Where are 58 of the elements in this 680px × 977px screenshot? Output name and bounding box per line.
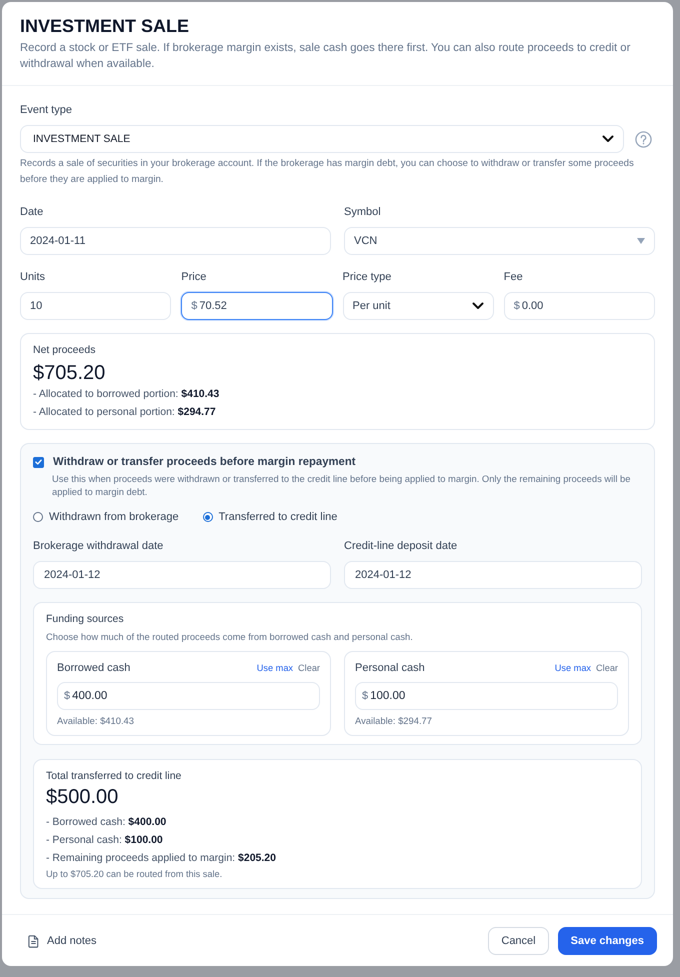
currency-field[interactable]: $ 70.52 <box>181 292 332 320</box>
field-label: Fee <box>504 270 524 284</box>
radio-label: Withdrawn from brokerage <box>49 510 179 525</box>
radio-label: Transferred to credit line <box>218 510 338 525</box>
save-button[interactable]: Save changes <box>558 927 657 955</box>
checkbox-label: Withdraw or transfer proceeds before margin repayment <box>53 455 356 470</box>
dialog-title: INVESTMENT SALE <box>20 15 190 38</box>
currency-field[interactable]: $ 400.00 <box>57 682 320 710</box>
clear-link[interactable]: Clear <box>298 663 320 673</box>
amount-value: $500.00 <box>46 785 120 809</box>
amount-value: $705.20 <box>33 361 106 385</box>
use-max-link[interactable]: Use max <box>256 663 294 673</box>
available-amount: Available: $294.77 <box>355 714 433 727</box>
input-field[interactable]: 10 <box>20 292 172 320</box>
breakdown-line: - Remaining proceeds applied to margin: $205.20 <box>46 851 277 866</box>
radio-button[interactable] <box>202 512 213 522</box>
currency-field[interactable]: $ 0.00 <box>504 292 655 320</box>
field-label: Date <box>20 205 44 219</box>
card-label: Total transferred to credit line <box>46 769 182 783</box>
event-type-description: Records a sale of securities in your brokerage account. If the brokerage has margin debt, you can choose to withdraw or transfer some proceeds before they are applied to margin. <box>20 157 635 187</box>
field-label: Price <box>181 270 208 284</box>
routing-note: Up to $705.20 can be routed from this sale. <box>46 868 224 881</box>
clear-link[interactable]: Clear <box>596 663 618 673</box>
card-hint: Choose how much of the routed proceeds come from borrowed cash and personal cash. <box>46 630 414 643</box>
field-label: Units <box>20 270 46 284</box>
date-field[interactable]: 2024-01-12 <box>344 561 642 589</box>
chevron-down-icon <box>602 135 614 143</box>
checkbox[interactable] <box>33 456 44 468</box>
input-field[interactable]: 2024-01-11 <box>20 227 331 255</box>
triangle-down-icon <box>637 238 645 244</box>
source-label: Borrowed cash <box>57 662 130 674</box>
document-icon <box>28 934 39 948</box>
card-title: Funding sources <box>46 612 125 626</box>
cancel-button[interactable]: Cancel <box>488 927 549 955</box>
dropdown-field[interactable]: Per unit <box>342 292 494 320</box>
field-label: Symbol <box>344 205 382 219</box>
checkbox-hint: Use this when proceeds were withdrawn or transferred to the credit line before being applied to margin. Only the remaining proceeds will be applied to margin debt. <box>51 472 632 498</box>
field-label: Credit-line deposit date <box>344 539 458 553</box>
source-label: Personal cash <box>355 662 425 674</box>
allocation-line: - Allocated to borrowed portion: $410.43 <box>33 387 220 402</box>
radio-button[interactable] <box>33 512 43 522</box>
currency-field[interactable]: $ 100.00 <box>355 682 618 710</box>
help-icon[interactable] <box>635 130 652 148</box>
add-notes-button[interactable]: Add notes <box>28 934 97 948</box>
breakdown-line: - Personal cash: $100.00 <box>46 833 164 848</box>
chevron-down-icon <box>472 302 484 310</box>
use-max-link[interactable]: Use max <box>554 663 592 673</box>
breakdown-line: - Borrowed cash: $400.00 <box>46 815 168 830</box>
combobox-field[interactable]: VCN <box>344 227 655 255</box>
card-label: Net proceeds <box>33 343 96 357</box>
field-label: Brokerage withdrawal date <box>33 539 164 553</box>
allocation-line: - Allocated to personal portion: $294.77 <box>33 405 217 420</box>
dialog-subtitle: Record a stock or ETF sale. If brokerage margin exists, sale cash goes there first. You can also route proceeds to credit or withdrawal when available. <box>20 41 632 72</box>
date-field[interactable]: 2024-01-12 <box>33 561 331 589</box>
field-label: Price type <box>342 270 392 284</box>
event-type-select[interactable]: INVESTMENT SALE <box>20 125 624 153</box>
available-amount: Available: $410.43 <box>57 714 135 727</box>
field-label: Event type <box>20 103 73 117</box>
